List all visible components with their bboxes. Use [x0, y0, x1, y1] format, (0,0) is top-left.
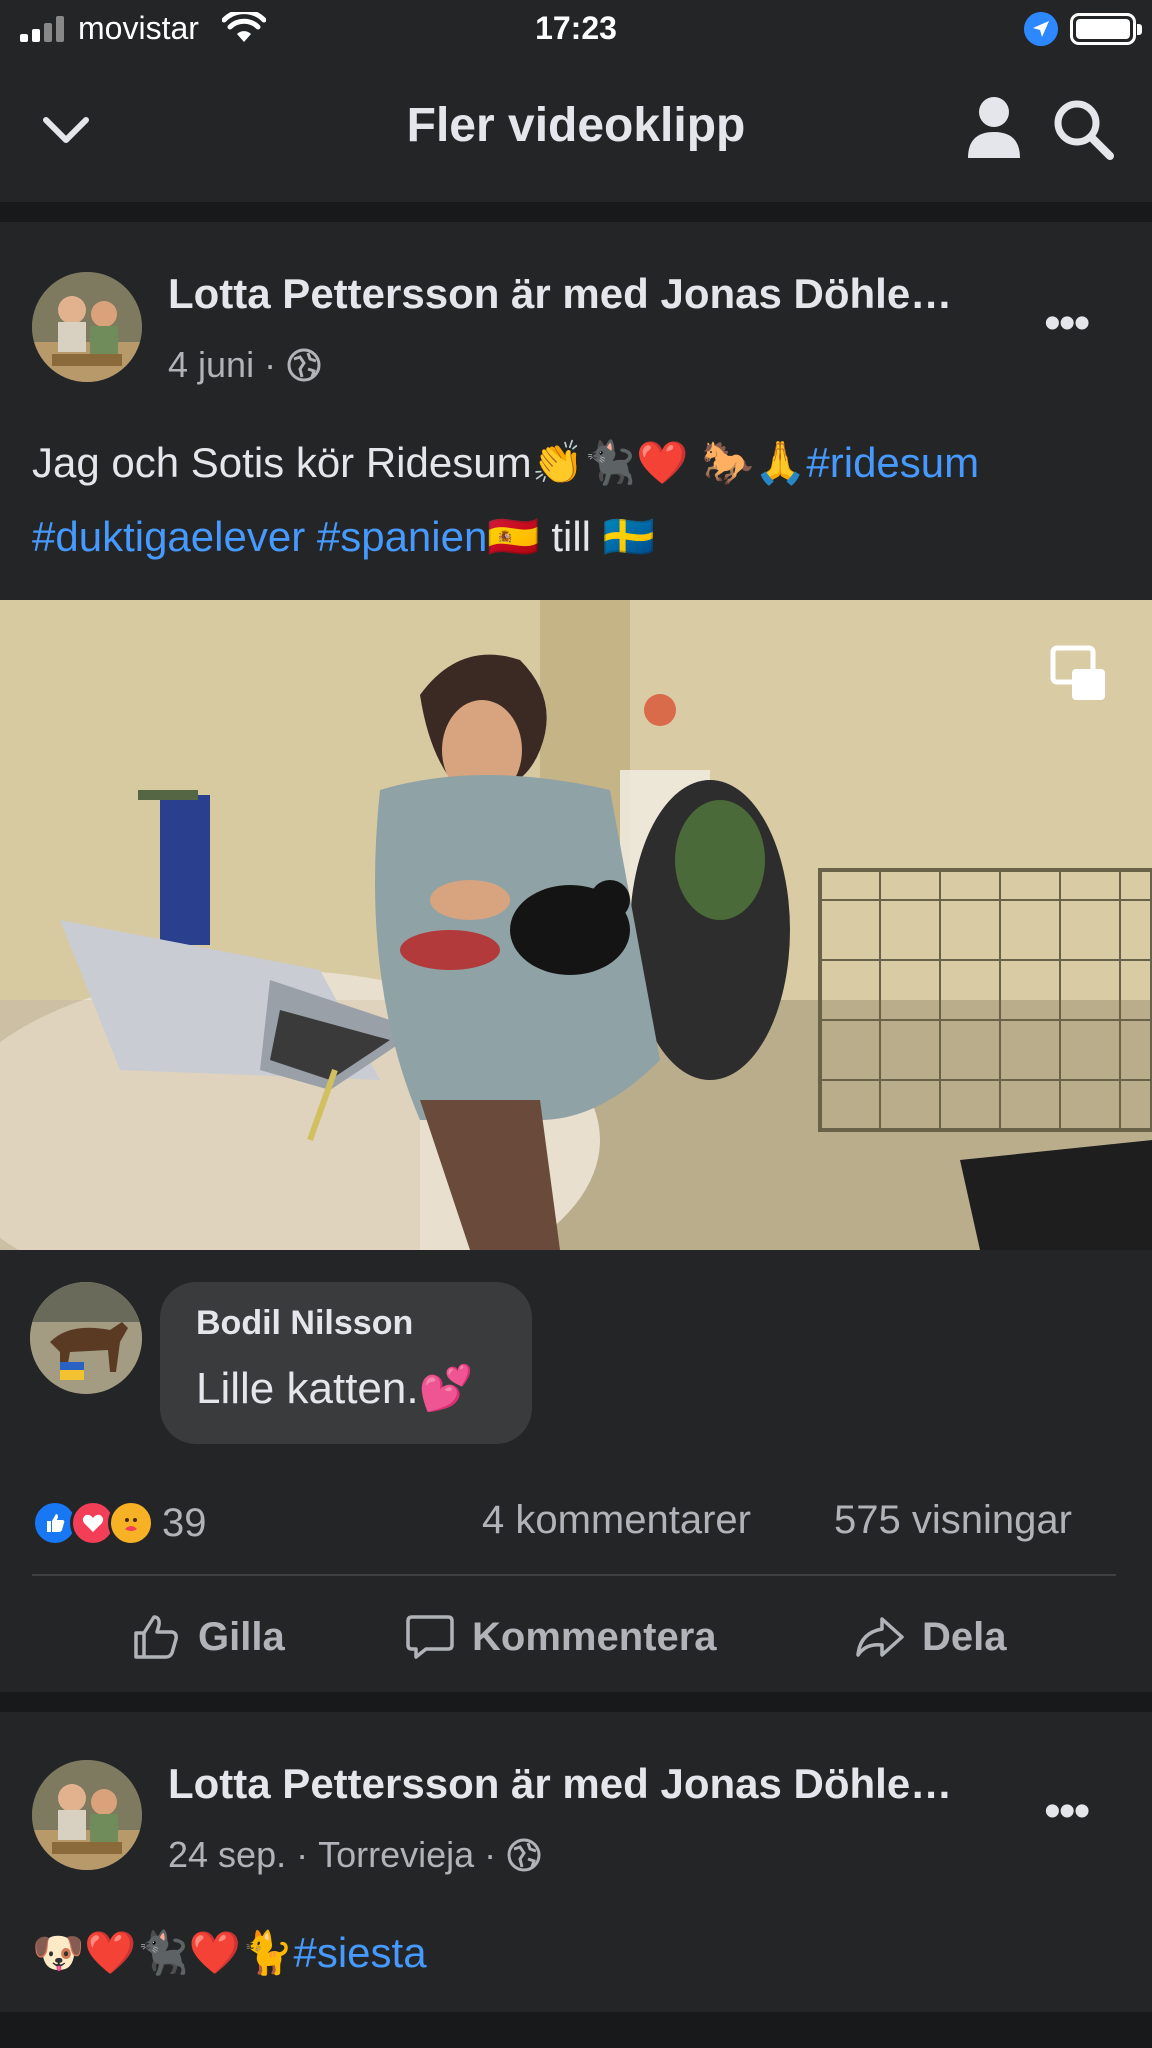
post-emojis: 🐶❤️🐈‍⬛❤️🐈 [32, 1928, 294, 1977]
actions-divider [32, 1574, 1116, 1576]
comment-text: Lille katten.💕 [196, 1364, 474, 1413]
globe-icon [507, 1838, 541, 1872]
comment-label: Kommentera [472, 1614, 717, 1659]
post-meta: 4 juni · [168, 344, 322, 386]
post-author[interactable]: Lotta Pettersson är med Jonas Döhle… [168, 270, 952, 318]
like-button[interactable]: Gilla [130, 1602, 285, 1672]
comment-icon [406, 1615, 454, 1659]
hashtag-ridesum[interactable]: #ridesum [806, 439, 979, 486]
top-nav: Fler videoklipp [0, 60, 1152, 202]
more-options-icon[interactable]: ••• [1044, 296, 1090, 351]
post-date[interactable]: 4 juni [168, 344, 254, 386]
section-divider [0, 1692, 1152, 1712]
profile-icon[interactable] [966, 96, 1022, 160]
comment-bubble[interactable]: Bodil Nilsson Lille katten.💕 [160, 1282, 532, 1444]
section-divider [0, 202, 1152, 222]
hashtag-duktigaelever[interactable]: #duktigaelever [32, 513, 305, 560]
like-label: Gilla [198, 1614, 285, 1659]
flag-sweden: 🇸🇪 [602, 512, 655, 561]
post-author[interactable]: Lotta Pettersson är med Jonas Döhle… [168, 1760, 952, 1808]
post-text: 🐶❤️🐈‍⬛❤️🐈#siesta [32, 1916, 1132, 1990]
hashtag-siesta[interactable]: #siesta [293, 1929, 426, 1976]
search-icon[interactable] [1050, 96, 1116, 162]
video-player[interactable] [0, 600, 1152, 1250]
meta-separator: · [484, 1834, 497, 1875]
post-meta: 24 sep. · Torrevieja · [168, 1834, 542, 1876]
share-icon [856, 1617, 904, 1657]
clock: 17:23 [535, 10, 617, 46]
comment-button[interactable]: Kommentera [404, 1602, 717, 1672]
views-count: 575 visningar [834, 1498, 1072, 1542]
avatar[interactable] [32, 1760, 142, 1870]
share-button[interactable]: Dela [854, 1602, 1007, 1672]
share-label: Dela [922, 1614, 1007, 1659]
status-bar: movistar 17:23 [0, 0, 1152, 60]
post-location[interactable]: Torrevieja [318, 1834, 474, 1876]
more-options-icon[interactable]: ••• [1044, 1784, 1090, 1839]
post-text: Jag och Sotis kör Ridesum👏🐈‍⬛❤️ 🐎🙏#rides… [32, 426, 1132, 574]
meta-separator: · [296, 1834, 309, 1875]
post-text-main: Jag och Sotis kör Ridesum [32, 439, 532, 486]
flag-spain: 🇪🇸 [487, 512, 540, 561]
hashtag-spanien[interactable]: #spanien [317, 513, 487, 560]
picture-in-picture-icon[interactable] [1050, 645, 1108, 703]
post-date[interactable]: 24 sep. [168, 1834, 286, 1876]
location-icon [1024, 12, 1058, 46]
care-reaction-icon [108, 1500, 154, 1546]
comment-author[interactable]: Bodil Nilsson [196, 1304, 413, 1343]
reactions-count: 39 [162, 1500, 207, 1545]
commenter-avatar[interactable] [30, 1282, 142, 1394]
meta-separator: · [264, 344, 277, 385]
globe-icon [287, 348, 321, 382]
reactions-summary[interactable]: 39 [32, 1498, 207, 1548]
battery-icon [1070, 13, 1142, 45]
post-emojis: 👏🐈‍⬛❤️ 🐎🙏 [531, 438, 807, 487]
post-text-till: till [551, 513, 591, 560]
thumbs-up-icon [134, 1615, 178, 1659]
comments-count[interactable]: 4 kommentarer [482, 1498, 751, 1543]
avatar[interactable] [32, 272, 142, 382]
